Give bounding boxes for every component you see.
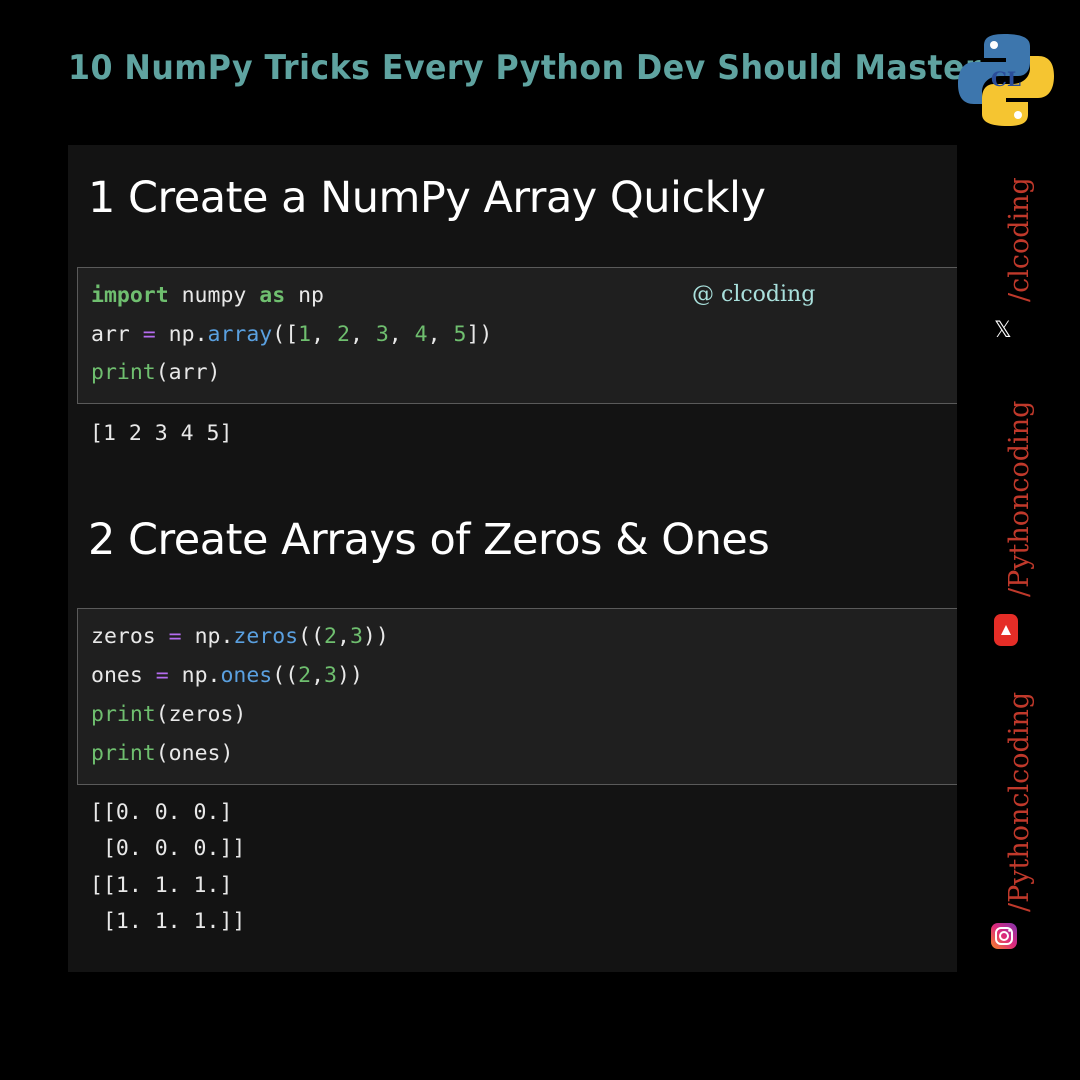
youtube-icon[interactable] (993, 613, 1019, 647)
logo-text: CL (991, 67, 1021, 91)
code-line: import numpy as np (91, 283, 325, 308)
output-text: [0. 0. 0.]] (90, 836, 246, 861)
notebook-panel: 1 Create a NumPy Array Quickly import nu… (68, 145, 957, 972)
section-heading-2: 2 Create Arrays of Zeros & Ones (88, 515, 770, 565)
output-text: [1. 1. 1.]] (90, 909, 246, 934)
output-text: [[0. 0. 0.] (90, 800, 233, 825)
code-cell-2[interactable]: zeros = np.zeros((2,3)) ones = np.ones((… (77, 608, 957, 785)
code-line: print(arr) (91, 360, 221, 385)
output-text: [1 2 3 4 5] (90, 421, 233, 446)
sidebar-handle-instagram[interactable]: /Pythonclcoding (1004, 692, 1035, 912)
code-line: print(zeros) (91, 702, 247, 727)
code-line: ones = np.ones((2,3)) (91, 663, 363, 688)
code-line: zeros = np.zeros((2,3)) (91, 624, 389, 649)
output-text: [[1. 1. 1.] (90, 873, 233, 898)
sidebar-handle-x[interactable]: /clcoding (1004, 177, 1035, 302)
code-line: print(ones) (91, 741, 234, 766)
instagram-icon[interactable] (990, 922, 1018, 950)
sidebar-handle-youtube[interactable]: /Pythoncoding (1004, 401, 1035, 597)
python-logo: CL (958, 34, 1054, 126)
watermark: @ clcoding (692, 282, 816, 307)
code-line: arr = np.array([1, 2, 3, 4, 5]) (91, 322, 493, 347)
section-heading-1: 1 Create a NumPy Array Quickly (88, 173, 766, 223)
page-title: 10 NumPy Tricks Every Python Dev Should … (68, 48, 982, 88)
code-cell-1[interactable]: import numpy as np arr = np.array([1, 2,… (77, 267, 957, 404)
x-icon[interactable]: 𝕏 (994, 318, 1012, 343)
